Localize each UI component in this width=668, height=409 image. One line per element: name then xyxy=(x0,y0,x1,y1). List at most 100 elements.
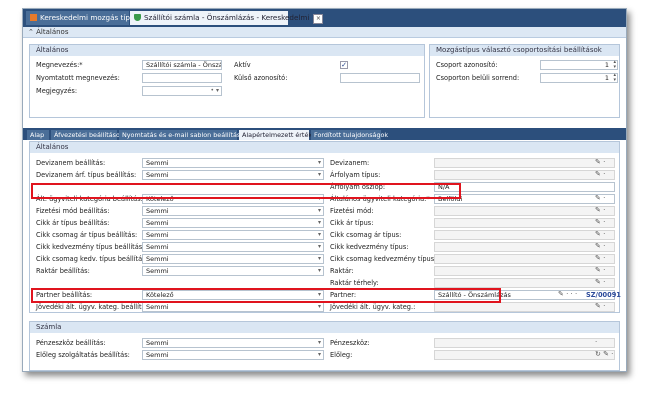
setting-select[interactable]: Semmi ▾ xyxy=(142,242,324,252)
tab-print-email-settings[interactable]: Nyomtatás és e-mail sablon beállítások xyxy=(119,130,248,140)
section-header-general[interactable]: ⌃ Általános xyxy=(23,27,626,38)
setting-label: Cikk csomag kedv. típus beállítás: xyxy=(36,255,148,263)
edit-icon[interactable]: ✎ · xyxy=(595,266,605,274)
setting-select[interactable]: Semmi ▾ xyxy=(142,350,324,360)
setting-label: Devizanem árf. típus beállítás: xyxy=(36,171,137,179)
group-order-value: 1 xyxy=(604,74,609,82)
printed-name-label: Nyomtatott megnevezés: xyxy=(36,74,120,82)
printed-name-field[interactable] xyxy=(142,73,222,83)
chevron-down-icon[interactable]: ▾ xyxy=(318,267,321,275)
value-label: Fizetési mód: xyxy=(330,207,374,215)
window-tab-label: Szállítói számla - Önszámlázás - Kereske… xyxy=(144,13,310,22)
close-icon[interactable]: × xyxy=(313,14,324,24)
setting-select-value: Semmi xyxy=(146,255,169,263)
value-label: Raktár térhely: xyxy=(330,279,379,287)
value-field[interactable] xyxy=(434,338,615,348)
window-tab-movement-type[interactable]: Kereskedelmi mozgás típus xyxy=(26,11,138,25)
value-label: Devizanem: xyxy=(330,159,370,167)
edit-icon[interactable]: ✎ · xyxy=(595,278,605,286)
value-field[interactable] xyxy=(434,242,615,252)
setting-select[interactable]: Semmi ▾ xyxy=(142,230,324,240)
setting-select[interactable]: Semmi ▾ xyxy=(142,218,324,228)
setting-label: Előleg szolgáltatás beállítás: xyxy=(36,351,130,359)
value-field[interactable] xyxy=(434,230,615,240)
setting-label: Raktár beállítás: xyxy=(36,267,90,275)
stepper-arrows-icon[interactable]: ▴ ▾ xyxy=(613,60,616,70)
value-field[interactable] xyxy=(434,266,615,276)
group-order-label: Csoporton belüli sorrend: xyxy=(436,74,520,82)
setting-select[interactable]: Semmi ▾ xyxy=(142,206,324,216)
window-tab-supplier-invoice[interactable]: Szállítói számla - Önszámlázás - Kereske… xyxy=(130,11,324,25)
value-label: Cikk ár típus: xyxy=(330,219,374,227)
window-tab-label: Kereskedelmi mozgás típus xyxy=(40,13,139,22)
dropdown-icon[interactable]: • ▾ xyxy=(211,87,219,95)
chevron-down-icon[interactable]: ▾ xyxy=(318,207,321,215)
active-checkbox[interactable]: ✓ xyxy=(340,61,348,69)
chevron-down-icon[interactable]: ▾ xyxy=(318,159,321,167)
edit-icon[interactable]: ✎ · xyxy=(595,218,605,226)
tab-default-values[interactable]: Alapértelmezett értékek xyxy=(239,130,319,140)
value-label: Cikk csomag ár típus: xyxy=(330,231,402,239)
group-order-stepper[interactable]: 1 ▴ ▾ xyxy=(540,73,618,83)
edit-icon[interactable]: ✎ · xyxy=(595,206,605,214)
note-field[interactable]: • ▾ xyxy=(142,86,222,96)
group-id-label: Csoport azonosító: xyxy=(436,61,498,69)
edit-icon[interactable]: ✎ · xyxy=(595,158,605,166)
general-group: Általános Megnevezés:* Szállítói számla … xyxy=(29,44,425,118)
group-id-stepper[interactable]: 1 ▴ ▾ xyxy=(540,60,618,70)
tab-reversed-properties[interactable]: Fordított tulajdonságok xyxy=(311,130,388,140)
shield-icon xyxy=(134,14,141,21)
setting-select[interactable]: Semmi ▾ xyxy=(142,158,324,168)
chevron-down-icon[interactable]: ▾ xyxy=(318,171,321,179)
edit-icon[interactable]: ↻ ✎ · xyxy=(595,350,613,358)
stepper-arrows-icon[interactable]: ▴ ▾ xyxy=(613,73,616,83)
setting-label: Devizanem beállítás: xyxy=(36,159,106,167)
tab-basic[interactable]: Alap xyxy=(27,130,49,140)
name-field[interactable]: Szállítói számla - Önszámlázás xyxy=(142,60,222,70)
edit-icon[interactable]: ✎ · xyxy=(595,170,605,178)
document-icon xyxy=(30,14,37,21)
edit-icon[interactable]: ✎ · xyxy=(595,194,605,202)
note-label: Megjegyzés: xyxy=(36,87,78,95)
external-id-label: Külső azonosító: xyxy=(234,74,288,82)
value-field[interactable]: N/A xyxy=(434,182,615,192)
value-label: Előleg: xyxy=(330,351,353,359)
edit-icon[interactable]: ✎ · xyxy=(595,302,605,310)
setting-select[interactable]: Semmi ▾ xyxy=(142,254,324,264)
external-id-field[interactable] xyxy=(340,73,420,83)
setting-select-value: Semmi xyxy=(146,303,169,311)
edit-icon[interactable]: ✎ · xyxy=(595,242,605,250)
chevron-down-icon[interactable]: ▾ xyxy=(318,351,321,359)
setting-select[interactable]: Semmi ▾ xyxy=(142,302,324,312)
setting-label: Cikk kedvezmény típus beállítás: xyxy=(36,243,145,251)
setting-select[interactable]: Semmi ▾ xyxy=(142,266,324,276)
chevron-down-icon[interactable]: ▾ xyxy=(318,219,321,227)
value-field[interactable] xyxy=(434,350,615,360)
edit-icon[interactable]: · xyxy=(595,338,597,346)
chevron-down-icon[interactable]: ▾ xyxy=(318,339,321,347)
value-field[interactable] xyxy=(434,278,615,288)
value-field[interactable] xyxy=(434,158,615,168)
value-field[interactable] xyxy=(434,302,615,312)
setting-select[interactable]: Semmi ▾ xyxy=(142,170,324,180)
highlight-partner xyxy=(31,288,501,303)
edit-icon[interactable]: ✎ · xyxy=(595,230,605,238)
value-label: Cikk csomag kedvezmény típus: xyxy=(330,255,437,263)
chevron-down-icon[interactable]: ▾ xyxy=(318,231,321,239)
chevron-down-icon[interactable]: ▾ xyxy=(318,243,321,251)
value-field[interactable]: Belföldi xyxy=(434,194,615,204)
tab-vat-settings[interactable]: Áfvezetési beállítások xyxy=(51,130,124,140)
value-field[interactable] xyxy=(434,218,615,228)
edit-icon[interactable]: ✎ · · · xyxy=(558,290,577,298)
chevron-down-icon[interactable]: ▾ xyxy=(318,303,321,311)
chevron-down-icon[interactable]: ▾ xyxy=(318,255,321,263)
application-window: Kereskedelmi mozgás típus Szállítói szám… xyxy=(22,8,627,372)
value-field[interactable] xyxy=(434,170,615,180)
setting-select[interactable]: Semmi ▾ xyxy=(142,338,324,348)
setting-label: Cikk csomag ár típus beállítás: xyxy=(36,231,138,239)
value-field[interactable] xyxy=(434,254,615,264)
edit-icon[interactable]: ✎ · xyxy=(595,254,605,262)
value-field[interactable] xyxy=(434,206,615,216)
collapse-icon[interactable]: ⌃ xyxy=(28,28,34,36)
setting-select-value: Semmi xyxy=(146,207,169,215)
